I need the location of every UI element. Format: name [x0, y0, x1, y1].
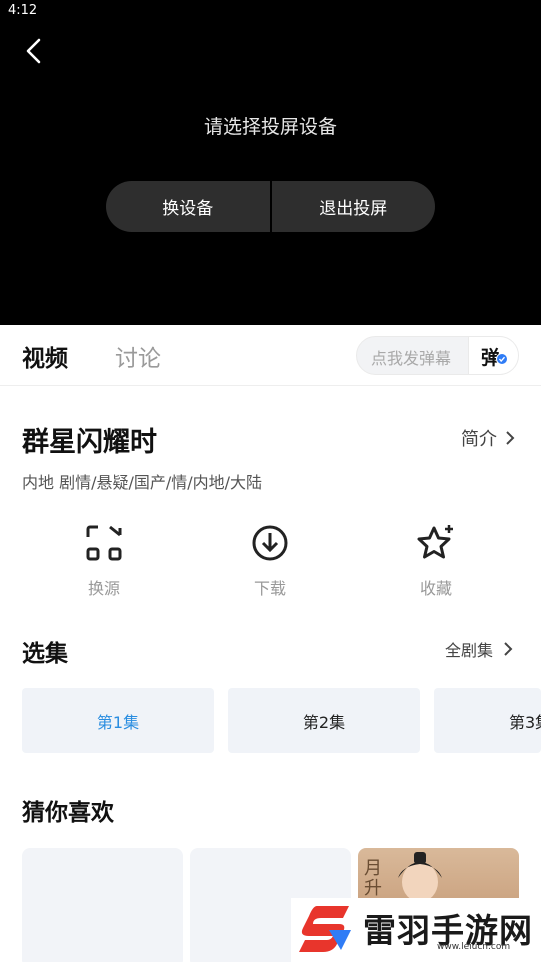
switch-source-icon	[86, 525, 122, 561]
cast-button-group: 换设备 退出投屏	[106, 181, 435, 232]
danmu-check-icon	[496, 353, 508, 365]
svg-text:月: 月	[364, 858, 382, 879]
tab-video[interactable]: 视频	[22, 339, 68, 373]
favorite-star-icon	[417, 525, 453, 559]
episode-item-2[interactable]: 第2集	[228, 688, 420, 753]
all-episodes-label: 全剧集	[445, 641, 494, 660]
watermark-logo-icon	[299, 906, 351, 952]
show-title: 群星闪耀时	[22, 427, 157, 458]
svg-text:升: 升	[364, 878, 382, 899]
recommend-title: 猜你喜欢	[22, 800, 114, 826]
danmu-placeholder: 点我发弹幕	[371, 349, 452, 368]
watermark-logo: 雷羽手游网 www.leiucn.com	[291, 898, 541, 962]
episodes-title: 选集	[22, 641, 68, 667]
episode-item-3[interactable]: 第3集	[434, 688, 541, 753]
recommend-card[interactable]	[22, 848, 183, 962]
back-arrow-icon[interactable]	[22, 36, 48, 66]
download-icon	[252, 525, 288, 561]
cast-message: 请选择投屏设备	[203, 116, 337, 138]
watermark-url: www.leiucn.com	[437, 942, 511, 952]
intro-label: 简介	[461, 429, 497, 450]
favorite-button[interactable]: 收藏	[396, 523, 476, 599]
danmu-toggle-button[interactable]: 弹	[468, 337, 518, 374]
tab-discuss[interactable]: 讨论	[115, 339, 161, 373]
danmu-input[interactable]: 点我发弹幕 弹	[356, 336, 519, 375]
intro-link[interactable]: 简介	[461, 425, 517, 451]
status-time: 4:12	[8, 3, 38, 18]
video-player[interactable]: 4:12 请选择投屏设备 换设备 退出投屏	[0, 0, 541, 325]
chevron-right-icon	[504, 642, 513, 656]
download-label: 下载	[253, 579, 286, 598]
exit-cast-button[interactable]: 退出投屏	[272, 181, 436, 232]
change-device-button[interactable]: 换设备	[106, 181, 270, 232]
switch-source-label: 换源	[87, 579, 120, 598]
favorite-label: 收藏	[419, 579, 452, 598]
chevron-right-icon	[506, 431, 515, 445]
switch-source-button[interactable]: 换源	[64, 523, 144, 599]
tab-bar: 视频 讨论 点我发弹幕 弹	[0, 325, 541, 386]
episode-item-1[interactable]: 第1集	[22, 688, 214, 753]
show-tags: 内地 剧情/悬疑/国产/情/内地/大陆	[22, 473, 263, 492]
download-button[interactable]: 下载	[230, 523, 310, 599]
all-episodes-link[interactable]: 全剧集	[445, 637, 515, 661]
